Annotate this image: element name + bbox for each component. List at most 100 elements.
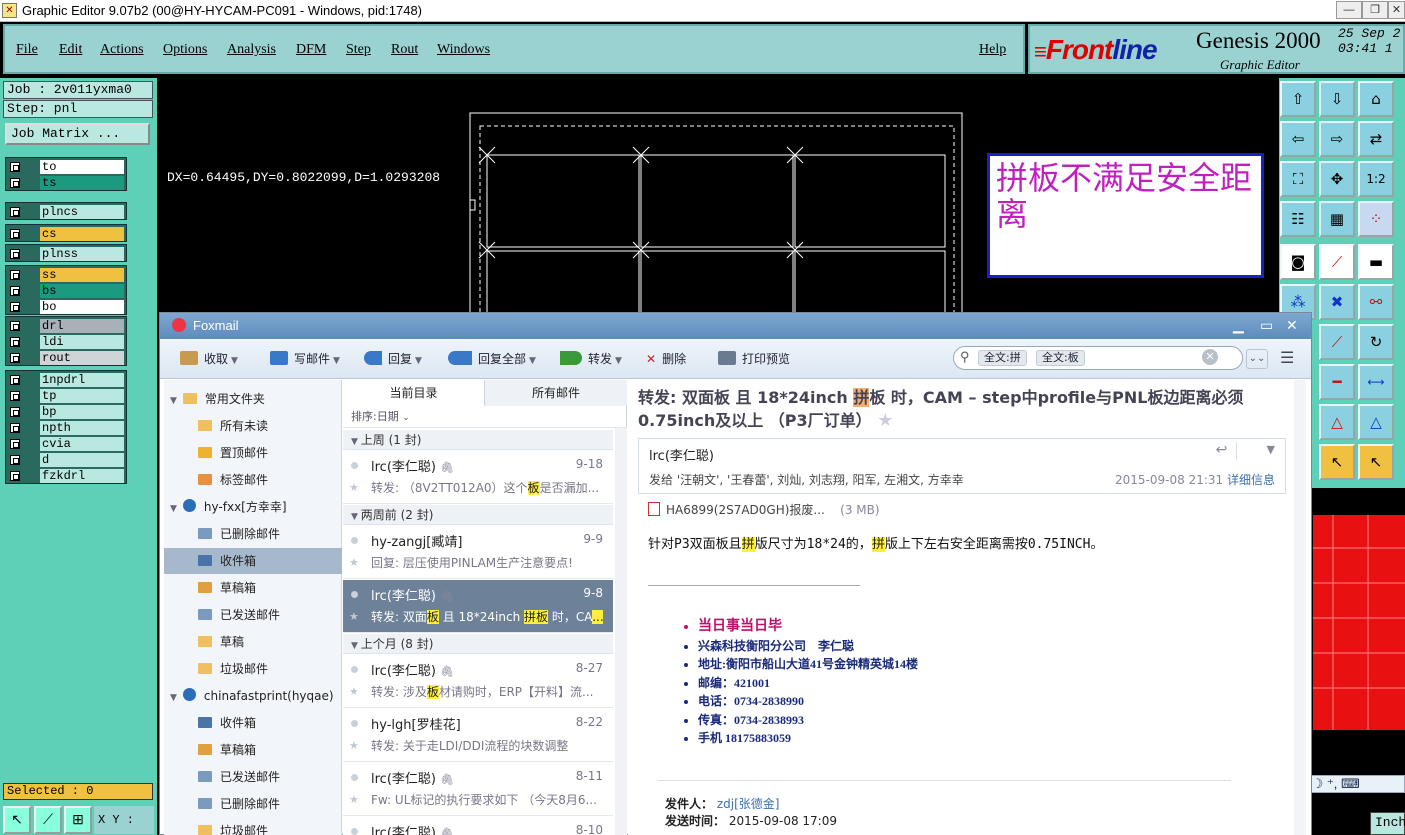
search-box[interactable]: ⚲ 全文:拼 全文:板 ✕ (953, 346, 1243, 370)
sender-name[interactable]: lrc(李仁聪) (649, 445, 714, 464)
group-header[interactable]: ▼ 两周前 (2 封) (343, 505, 613, 525)
cursor-tool-icon[interactable]: ↖ (3, 806, 31, 834)
folder-item[interactable]: 已删除邮件 (164, 791, 342, 817)
layer-name[interactable]: fzkdrl (40, 469, 124, 483)
folder-item[interactable]: 草稿 (164, 629, 342, 655)
layer-checkbox[interactable] (10, 178, 20, 188)
layer-checkbox[interactable] (10, 321, 20, 331)
folder-item[interactable]: 垃圾邮件 (164, 656, 342, 682)
ruler-icon[interactable]: ▬ (1358, 244, 1394, 280)
clear-search-icon[interactable]: ✕ (1202, 349, 1218, 365)
folder-item[interactable]: 所有未读 (164, 413, 342, 439)
message-item[interactable]: ★ lrc(李仁聪) 🖇 9-18 转发: （8V2TT012A0）这个板是否漏加..… (343, 451, 613, 504)
layer-row[interactable]: ts (6, 175, 126, 191)
step-field[interactable]: Step: pnl (3, 100, 153, 118)
layer-name[interactable]: ldi (40, 335, 124, 349)
layer-row[interactable]: bp (6, 404, 126, 420)
message-item[interactable]: ★ hy-zangj[臧靖] 9-9 回复: 层压使用PINLAM生产注意要点! (343, 526, 613, 579)
group-header[interactable]: ▼ 上周 (1 封) (343, 430, 613, 450)
layer-checkbox[interactable] (10, 249, 20, 259)
layer-row[interactable]: drl (6, 318, 126, 334)
star-icon[interactable]: ★ (349, 556, 359, 569)
layer-name[interactable]: d (40, 453, 124, 467)
menu-step[interactable]: Step (346, 42, 371, 58)
layer-checkbox[interactable] (10, 353, 20, 363)
home-icon[interactable]: ⌂ (1358, 81, 1394, 117)
layer-row[interactable]: d (6, 452, 126, 468)
zoom-1to2-icon[interactable]: 1:2 (1358, 161, 1394, 197)
message-item[interactable]: ★ lrc(李仁聪) 🖇 8-27 转发: 涉及板材请购时，ERP【开料】流... (343, 655, 613, 708)
layer-name[interactable]: cvia (40, 437, 124, 451)
layer-name[interactable]: plnss (40, 247, 124, 261)
search-options-icon[interactable]: ⌄⌄ (1246, 349, 1268, 369)
menu-help[interactable]: Help (979, 42, 1006, 58)
sort-selector[interactable]: 排序:日期 ⌄ (343, 406, 627, 428)
menu-rout[interactable]: Rout (391, 42, 418, 58)
move-down-icon[interactable]: ⇩ (1319, 81, 1355, 117)
search-chip[interactable]: 全文:拼 (978, 350, 1027, 366)
compose-button[interactable]: 写邮件 ▼ (270, 350, 340, 367)
layer-row[interactable]: bs (6, 283, 126, 299)
pad-select-icon[interactable]: ◙ (1280, 244, 1316, 280)
group-header[interactable]: ▼ 上个月 (8 封) (343, 634, 613, 654)
expand-arrow-icon[interactable]: ▼ (170, 504, 177, 514)
layer-checkbox[interactable] (10, 207, 20, 217)
collapse-arrow-icon[interactable]: ▼ (351, 512, 361, 522)
layer-row[interactable]: 1npdrl (6, 372, 126, 388)
folder-item[interactable]: 垃圾邮件 (164, 818, 342, 835)
layer-name[interactable]: ss (40, 268, 124, 282)
unread-dot-icon[interactable] (351, 537, 358, 544)
folder-item[interactable]: 置顶邮件 (164, 440, 342, 466)
connect-icon[interactable]: ⚯ (1358, 284, 1394, 320)
layer-checkbox[interactable] (10, 407, 20, 417)
layer-row[interactable]: plnss (6, 246, 126, 262)
reply-all-button[interactable]: 回复全部 ▼ (448, 350, 536, 367)
units-field[interactable]: Inch (1370, 812, 1405, 835)
search-chip[interactable]: 全文:板 (1036, 350, 1085, 366)
star-icon[interactable]: ★ (349, 481, 359, 494)
message-item[interactable]: ★ lrc(李仁聪) 🖇 9-8 转发: 双面板 且 18*24inch 拼板 时，C… (343, 580, 613, 633)
star-icon[interactable]: ★ (877, 410, 893, 431)
layer-row[interactable]: bo (6, 299, 126, 315)
reply-arrow-icon[interactable]: ↩ (1207, 442, 1237, 460)
folder-item[interactable]: 收件箱 (164, 710, 342, 736)
chevron-down-icon[interactable]: ▼ (1267, 443, 1275, 456)
triangle-blue-icon[interactable]: △ (1358, 404, 1394, 440)
layer-name[interactable]: bs (40, 284, 124, 298)
layer-checkbox[interactable] (10, 302, 20, 312)
expand-arrow-icon[interactable]: ▼ (170, 396, 177, 406)
star-icon[interactable]: ★ (349, 739, 359, 752)
layer-row[interactable]: ldi (6, 334, 126, 350)
foxmail-maximize-button[interactable]: ▭ (1260, 317, 1273, 334)
triangle-up-icon[interactable]: △ (1319, 404, 1355, 440)
menu-windows[interactable]: Windows (437, 42, 490, 58)
move-up-icon[interactable]: ⇧ (1280, 81, 1316, 117)
folder-item[interactable]: 标签邮件 (164, 467, 342, 493)
unread-dot-icon[interactable] (351, 591, 358, 598)
layer-name[interactable]: bo (40, 300, 124, 314)
layer-checkbox[interactable] (10, 455, 20, 465)
menu-options[interactable]: Options (163, 42, 207, 58)
unread-dot-icon[interactable] (351, 720, 358, 727)
star-icon[interactable]: ★ (349, 685, 359, 698)
unread-dot-icon[interactable] (351, 774, 358, 781)
minimize-button[interactable]: — (1336, 1, 1362, 19)
message-item[interactable]: ★lrc(李仁聪) 🖇8-10 (343, 817, 613, 835)
layer-checkbox[interactable] (10, 471, 20, 481)
forward-button[interactable]: 转发 ▼ (560, 350, 622, 367)
star-icon[interactable]: ★ (349, 793, 359, 806)
collapse-arrow-icon[interactable]: ▼ (351, 641, 361, 651)
close-button[interactable]: ✕ (1388, 1, 1405, 19)
layer-checkbox[interactable] (10, 286, 20, 296)
grid-tool-icon[interactable]: ⊞ (64, 806, 92, 834)
collapse-arrow-icon[interactable]: ▼ (351, 437, 361, 447)
layer-row[interactable]: ss (6, 267, 126, 283)
layer-name[interactable]: cs (40, 227, 124, 241)
message-item[interactable]: ★ lrc(李仁聪) 🖇 8-11 Fw: UL标记的执行要求如下 （今天8月6... (343, 763, 613, 816)
print-preview-button[interactable]: 打印预览 (718, 350, 790, 367)
menu-edit[interactable]: Edit (59, 42, 82, 58)
layer-checkbox[interactable] (10, 162, 20, 172)
select-arrow-alt-icon[interactable]: ↖ (1358, 444, 1394, 480)
reading-scrollbar[interactable] (1294, 380, 1306, 835)
folder-item[interactable]: ▼ 常用文件夹 (164, 386, 342, 412)
